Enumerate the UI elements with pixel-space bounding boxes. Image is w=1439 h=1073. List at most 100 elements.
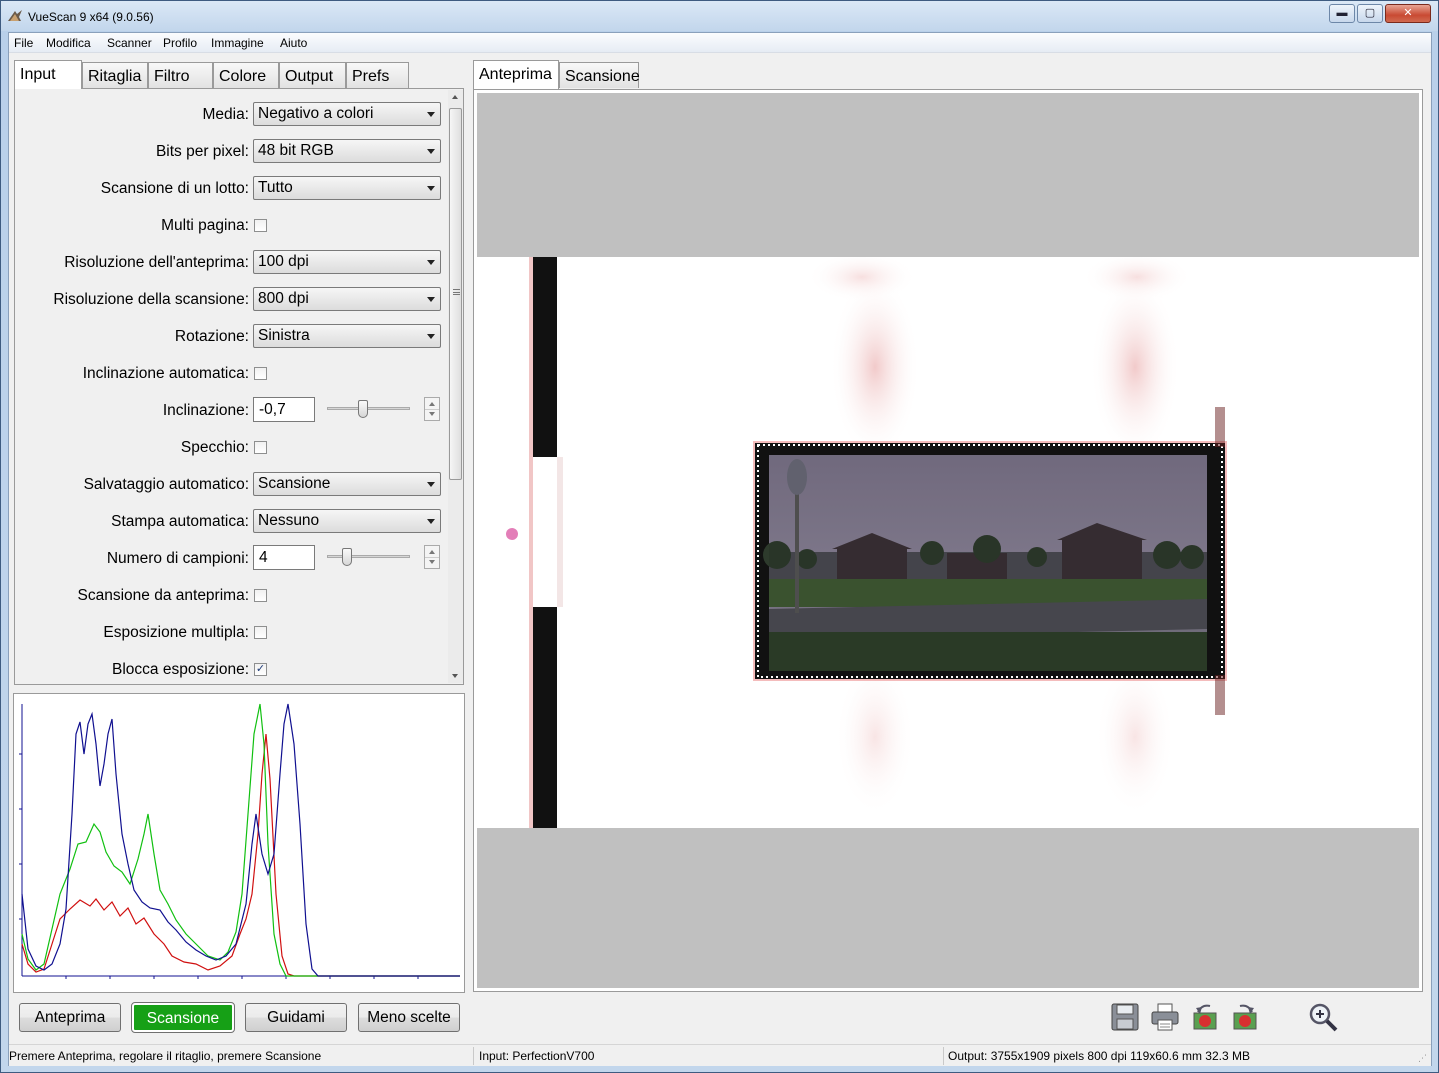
scrollbar-thumb[interactable] <box>449 108 462 480</box>
preview-area[interactable] <box>477 93 1419 988</box>
minimize-button[interactable]: ▬ <box>1329 4 1355 23</box>
fewer-options-button[interactable]: Meno scelte <box>358 1003 460 1032</box>
media-select[interactable]: Negativo a colori <box>253 102 441 126</box>
settings-tabs: Input Ritaglia Filtro Colore Output Pref… <box>14 60 414 89</box>
app-window: VueScan 9 x64 (9.0.56) ▬ ▢ ✕ File Modifi… <box>0 0 1439 1073</box>
tab-scansione[interactable]: Scansione <box>559 62 640 88</box>
auto-save-select[interactable]: Scansione <box>253 472 441 496</box>
auto-skew-label: Inclinazione automatica: <box>82 365 249 382</box>
samples-slider-track[interactable] <box>327 555 410 558</box>
batch-label: Scansione di un lotto: <box>100 180 249 197</box>
save-icon[interactable] <box>1110 1002 1140 1032</box>
multi-exposure-checkbox[interactable] <box>254 626 267 639</box>
chevron-down-icon <box>427 297 435 302</box>
samples-input[interactable]: 4 <box>253 545 315 570</box>
menu-profilo[interactable]: Profilo <box>163 36 197 50</box>
skew-spinner[interactable] <box>424 397 440 421</box>
tab-prefs[interactable]: Prefs <box>346 62 409 88</box>
menu-immagine[interactable]: Immagine <box>211 36 264 50</box>
zoom-in-icon[interactable] <box>1308 1002 1338 1032</box>
settings-scrollbar[interactable] <box>448 90 463 683</box>
resize-grip-icon[interactable]: ⋰ <box>1418 1053 1427 1064</box>
skew-slider-track[interactable] <box>327 407 410 410</box>
preview-button[interactable]: Anteprima <box>19 1003 121 1032</box>
status-output: Output: 3755x1909 pixels 800 dpi 119x60.… <box>948 1049 1250 1063</box>
scroll-down-icon[interactable] <box>452 674 458 678</box>
checkmark-icon: ✓ <box>255 663 266 675</box>
menu-file[interactable]: File <box>14 36 33 50</box>
spin-down-icon[interactable] <box>429 560 435 564</box>
chevron-down-icon <box>427 482 435 487</box>
auto-save-value: Scansione <box>258 475 331 492</box>
tab-ritaglia[interactable]: Ritaglia <box>82 62 148 88</box>
preview-res-label: Risoluzione dell'anteprima: <box>64 254 249 271</box>
multi-exposure-label: Esposizione multipla: <box>103 624 249 641</box>
rotation-value: Sinistra <box>258 327 310 344</box>
scroll-up-icon[interactable] <box>452 95 458 99</box>
mirror-checkbox[interactable] <box>254 441 267 454</box>
spin-up-icon[interactable] <box>429 402 435 406</box>
chevron-down-icon <box>427 260 435 265</box>
spin-down-icon[interactable] <box>429 412 435 416</box>
media-value: Negativo a colori <box>258 105 374 122</box>
film-strip-preview <box>477 252 1419 828</box>
samples-spinner[interactable] <box>424 545 440 569</box>
spin-up-icon[interactable] <box>429 550 435 554</box>
tab-anteprima[interactable]: Anteprima <box>473 60 559 89</box>
lock-exposure-checkbox[interactable]: ✓ <box>254 663 267 676</box>
auto-skew-checkbox[interactable] <box>254 367 267 380</box>
skew-slider-thumb[interactable] <box>358 400 368 418</box>
histogram-red-curve <box>21 733 460 977</box>
media-label: Media: <box>202 106 249 123</box>
skew-input[interactable]: -0,7 <box>253 397 315 422</box>
batch-select[interactable]: Tutto <box>253 176 441 200</box>
scan-from-preview-checkbox[interactable] <box>254 589 267 602</box>
preview-frame <box>473 89 1423 992</box>
batch-value: Tutto <box>258 179 293 196</box>
lock-exposure-label: Blocca esposizione: <box>112 661 249 678</box>
preview-res-select[interactable]: 100 dpi <box>253 250 441 274</box>
rotate-right-icon[interactable] <box>1230 1002 1260 1032</box>
status-hint: Premere Anteprima, regolare il ritaglio,… <box>9 1049 322 1063</box>
input-settings-panel: Media: Negativo a colori Bits per pixel:… <box>14 88 464 685</box>
tab-input[interactable]: Input <box>14 60 82 89</box>
preview-res-value: 100 dpi <box>258 253 309 270</box>
maximize-button[interactable]: ▢ <box>1357 4 1383 23</box>
tab-output[interactable]: Output <box>279 62 346 88</box>
scan-button[interactable]: Scansione <box>131 1002 235 1033</box>
histogram-panel <box>13 693 465 993</box>
skew-label: Inclinazione: <box>162 402 249 419</box>
client-area: File Modifica Scanner Profilo Immagine A… <box>8 32 1432 1066</box>
auto-save-label: Salvataggio automatico: <box>83 476 249 493</box>
grip-icon <box>453 289 460 295</box>
bits-select[interactable]: 48 bit RGB <box>253 139 441 163</box>
tab-filtro[interactable]: Filtro <box>148 62 213 88</box>
samples-slider-thumb[interactable] <box>342 548 352 566</box>
film-preview-image[interactable] <box>477 252 1419 828</box>
chevron-down-icon <box>427 186 435 191</box>
status-input: Input: PerfectionV700 <box>479 1049 595 1063</box>
close-button[interactable]: ✕ <box>1385 4 1431 23</box>
tab-colore[interactable]: Colore <box>213 62 279 88</box>
bits-label: Bits per pixel: <box>155 143 249 160</box>
rotate-left-icon[interactable] <box>1190 1002 1220 1032</box>
scan-res-label: Risoluzione della scansione: <box>53 291 249 308</box>
multipage-checkbox[interactable] <box>254 219 267 232</box>
menu-aiuto[interactable]: Aiuto <box>280 36 307 50</box>
chevron-down-icon <box>427 112 435 117</box>
auto-print-select[interactable]: Nessuno <box>253 509 441 533</box>
scan-res-select[interactable]: 800 dpi <box>253 287 441 311</box>
rotation-label: Rotazione: <box>174 328 249 345</box>
chevron-down-icon <box>427 519 435 524</box>
scan-res-value: 800 dpi <box>258 290 309 307</box>
title-bar[interactable]: VueScan 9 x64 (9.0.56) ▬ ▢ ✕ <box>1 1 1438 31</box>
rotation-select[interactable]: Sinistra <box>253 324 441 348</box>
chevron-down-icon <box>427 334 435 339</box>
auto-print-value: Nessuno <box>258 512 320 529</box>
menu-bar: File Modifica Scanner Profilo Immagine A… <box>9 33 1431 53</box>
menu-modifica[interactable]: Modifica <box>46 36 91 50</box>
menu-scanner[interactable]: Scanner <box>107 36 152 50</box>
guide-button[interactable]: Guidami <box>245 1003 347 1032</box>
histogram-ticks <box>19 753 419 979</box>
print-icon[interactable] <box>1150 1002 1180 1032</box>
